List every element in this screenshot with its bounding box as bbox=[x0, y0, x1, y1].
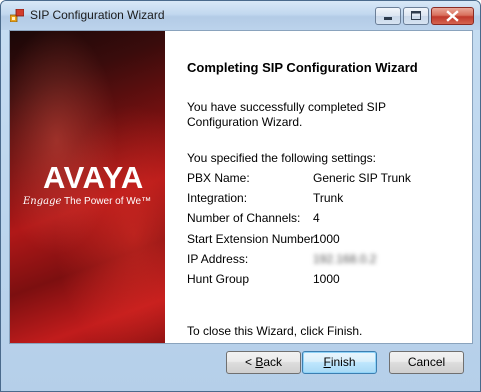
setting-row-channels: Number of Channels: 4 bbox=[187, 211, 467, 231]
setting-row-pbx-name: PBX Name: Generic SIP Trunk bbox=[187, 171, 467, 191]
setting-row-start-extension: Start Extension Number: 1000 bbox=[187, 232, 467, 252]
page-title: Completing SIP Configuration Wizard bbox=[187, 60, 418, 75]
settings-summary: PBX Name: Generic SIP Trunk Integration:… bbox=[187, 171, 467, 292]
maximize-button[interactable] bbox=[403, 7, 429, 25]
close-icon bbox=[446, 10, 459, 22]
brand-tagline: Engage The Power of We™ bbox=[23, 196, 151, 207]
finish-mnemonic: F bbox=[323, 355, 331, 369]
tagline-text: The Power of We™ bbox=[64, 196, 152, 207]
tagline-script: Engage bbox=[23, 196, 62, 207]
completion-content: Completing SIP Configuration Wizard You … bbox=[165, 31, 472, 343]
setting-label: Integration: bbox=[187, 191, 248, 206]
close-button[interactable] bbox=[431, 7, 474, 25]
setting-value: 1000 bbox=[313, 271, 340, 286]
sip-config-app-icon bbox=[10, 9, 24, 22]
setting-label: PBX Name: bbox=[187, 171, 250, 185]
setting-row-hunt-group: Hunt Group 1000 bbox=[187, 272, 467, 292]
setting-label: Hunt Group bbox=[187, 271, 250, 286]
minimize-icon bbox=[384, 17, 392, 20]
setting-row-integration: Integration: Trunk bbox=[187, 191, 467, 211]
setting-row-ip-address: IP Address: 192.168.0.2 bbox=[187, 252, 467, 272]
avaya-brand-panel: AVAYA Engage The Power of We™ bbox=[10, 31, 165, 343]
finish-label: inish bbox=[330, 355, 356, 369]
setting-value: Trunk bbox=[313, 191, 344, 206]
setting-label: IP Address: bbox=[187, 251, 249, 266]
setting-label: Number of Channels: bbox=[187, 211, 301, 226]
back-prefix: < bbox=[244, 355, 256, 369]
settings-title: You specified the following settings: bbox=[187, 151, 377, 165]
wizard-page: AVAYA Engage The Power of We™ Completing… bbox=[9, 30, 473, 344]
window-title: SIP Configuration Wizard bbox=[30, 8, 165, 22]
cancel-button[interactable]: Cancel bbox=[389, 351, 464, 374]
back-label: ack bbox=[263, 355, 283, 369]
avaya-logo: AVAYA bbox=[43, 160, 144, 195]
minimize-button[interactable] bbox=[375, 7, 401, 25]
setting-value: 1000 bbox=[313, 231, 340, 246]
setting-value: 4 bbox=[313, 211, 320, 226]
back-button[interactable]: < Back bbox=[226, 351, 301, 374]
wizard-window: SIP Configuration Wizard AVAYA Engage Th… bbox=[0, 0, 481, 392]
close-instruction: To close this Wizard, click Finish. bbox=[187, 324, 363, 338]
setting-value: Generic SIP Trunk bbox=[313, 171, 411, 185]
intro-text: You have successfully completed SIP Conf… bbox=[187, 100, 386, 129]
title-bar[interactable]: SIP Configuration Wizard bbox=[1, 1, 480, 30]
finish-button[interactable]: Finish bbox=[302, 351, 377, 374]
setting-label: Start Extension Number: bbox=[187, 231, 318, 246]
setting-value-redacted: 192.168.0.2 bbox=[313, 251, 377, 266]
maximize-icon bbox=[411, 11, 421, 20]
button-bar: < Back Finish Cancel bbox=[9, 344, 473, 384]
